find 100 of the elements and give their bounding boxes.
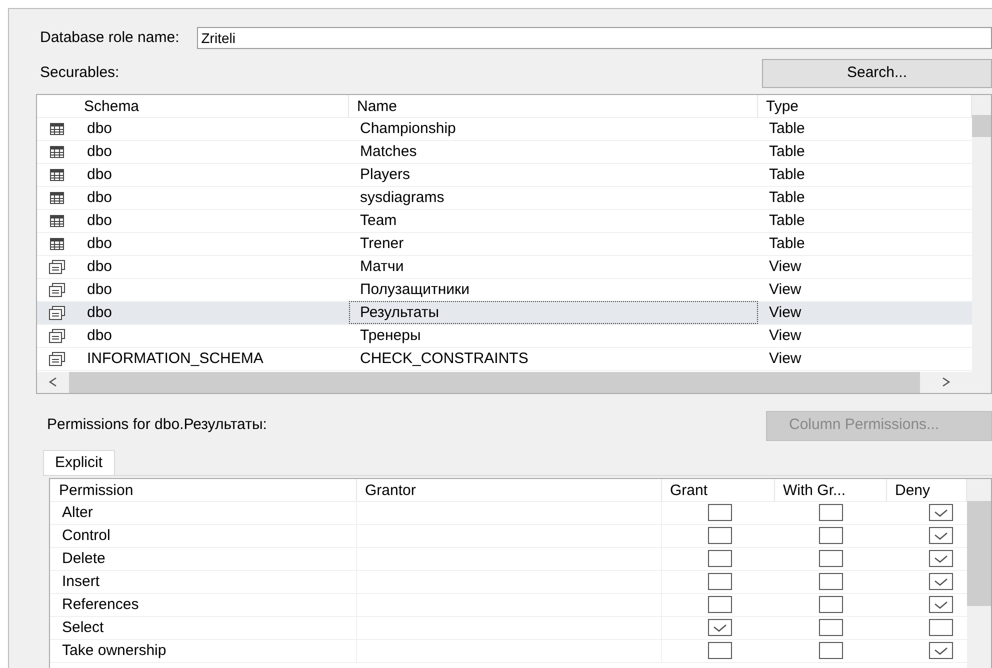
table-cell-text: Matches (359, 142, 418, 162)
checkbox[interactable] (708, 596, 732, 613)
table-cell-text: Table (768, 119, 806, 139)
checkbox[interactable] (819, 504, 843, 521)
table-icon (50, 238, 64, 250)
check-icon (934, 530, 948, 540)
table-cell-text: Championship (359, 119, 457, 139)
table-cell: Insert (50, 570, 357, 593)
table-cell-text: Тренеры (359, 326, 422, 346)
table-cell-text: Table (768, 211, 806, 231)
table-cell-text: dbo (86, 234, 114, 254)
table-cell-text: Table (768, 142, 806, 162)
permissions-label: Permissions for dbo.Результаты: (47, 415, 267, 436)
table-cell-text: dbo (86, 142, 114, 162)
check-icon (934, 600, 948, 610)
table-icon (50, 168, 64, 180)
checkbox[interactable] (929, 642, 953, 659)
checkbox[interactable] (929, 504, 953, 521)
table-icon (50, 192, 64, 204)
table-cell-text: Table (768, 165, 806, 185)
table-cell: Control (50, 524, 357, 547)
check-icon (934, 646, 948, 656)
table-cell: Select (50, 616, 357, 639)
column-header[interactable]: Name (349, 94, 758, 116)
chevron-right-icon[interactable] (942, 377, 950, 387)
check-icon (934, 554, 948, 564)
checkbox[interactable] (819, 550, 843, 567)
table-cell-text: dbo (86, 280, 114, 300)
table-cell-text: View (768, 303, 802, 323)
securable-row[interactable]: dbo Полузащитники View (37, 278, 972, 302)
checkbox[interactable] (929, 527, 953, 544)
checkbox[interactable] (708, 550, 732, 567)
securable-row[interactable]: dbo Championship Table (37, 118, 972, 140)
table-cell-text: View (768, 280, 802, 300)
table-icon (50, 122, 64, 134)
search-button[interactable]: Search... (762, 58, 992, 88)
table-cell-text: dbo (86, 326, 114, 346)
table-cell-text: View (768, 349, 802, 369)
table-cell-text: Table (768, 234, 806, 254)
securable-row[interactable]: INFORMATION_SCHEMA CHECK_CONSTRAINTS View (37, 348, 972, 370)
view-icon (48, 260, 64, 274)
view-icon (48, 352, 64, 366)
checkbox[interactable] (708, 642, 732, 659)
table-cell-text: Team (359, 211, 398, 231)
checkbox[interactable] (819, 619, 843, 636)
column-header[interactable]: Grantor (357, 478, 662, 500)
scrollbar-thumb[interactable] (972, 114, 991, 136)
table-cell-text: dbo (86, 303, 114, 323)
table-cell-text: View (768, 257, 802, 277)
table-cell: Результаты (349, 301, 758, 324)
column-header[interactable]: Permission (50, 478, 357, 500)
table-cell: Delete (50, 547, 357, 570)
checkbox[interactable] (708, 527, 732, 544)
table-cell-text: Players (359, 165, 412, 185)
chevron-left-icon[interactable] (49, 377, 57, 387)
table-cell-text: CHECK_CONSTRAINTS (359, 349, 530, 369)
vertical-scrollbar[interactable] (967, 478, 991, 668)
column-header[interactable]: With Gr... (775, 478, 887, 500)
scrollbar-thumb[interactable] (967, 500, 991, 606)
column-header[interactable]: Schema (76, 94, 349, 116)
checkbox[interactable] (819, 642, 843, 659)
table-cell-text: Trener (359, 234, 405, 254)
securable-row[interactable]: dbo Trener Table (37, 232, 972, 256)
table-icon (50, 146, 64, 158)
checkbox[interactable] (708, 619, 732, 636)
table-cell-text: Полузащитники (359, 280, 470, 300)
checkbox[interactable] (929, 596, 953, 613)
role-name-label: Database role name: (40, 28, 180, 48)
tab[interactable]: Explicit (43, 450, 115, 474)
securable-row[interactable]: dbo Players Table (37, 164, 972, 186)
securable-row[interactable]: dbo Team Table (37, 210, 972, 232)
checkbox[interactable] (819, 596, 843, 613)
checkbox[interactable] (929, 573, 953, 590)
table-cell-text: INFORMATION_SCHEMA (86, 349, 264, 369)
view-icon (48, 282, 64, 296)
checkbox[interactable] (819, 573, 843, 590)
table-cell-text: dbo (86, 165, 114, 185)
check-icon (934, 576, 948, 586)
view-icon (48, 306, 64, 320)
checkbox[interactable] (708, 504, 732, 521)
table-cell-text: Table (768, 188, 806, 208)
table-cell-text: sysdiagrams (359, 188, 446, 208)
checkbox[interactable] (708, 573, 732, 590)
securables-label: Securables: (40, 63, 120, 83)
checkbox[interactable] (819, 527, 843, 544)
securable-row[interactable]: dbo Matches Table (37, 140, 972, 164)
securable-row[interactable]: dbo sysdiagrams Table (37, 186, 972, 210)
view-icon (48, 328, 64, 342)
table-icon (50, 214, 64, 226)
securable-row[interactable]: dbo Матчи View (37, 256, 972, 278)
table-cell: Alter (50, 501, 357, 524)
table-cell: References (50, 593, 357, 616)
column-header[interactable]: Grant (662, 478, 775, 500)
checkbox[interactable] (929, 619, 953, 636)
check-icon (713, 622, 727, 632)
securable-row[interactable]: dbo Результаты View (37, 302, 972, 324)
role-name-field[interactable]: Zriteli (197, 27, 992, 50)
table-cell-text: dbo (86, 257, 114, 277)
checkbox[interactable] (929, 550, 953, 567)
vertical-scrollbar[interactable] (972, 94, 991, 392)
